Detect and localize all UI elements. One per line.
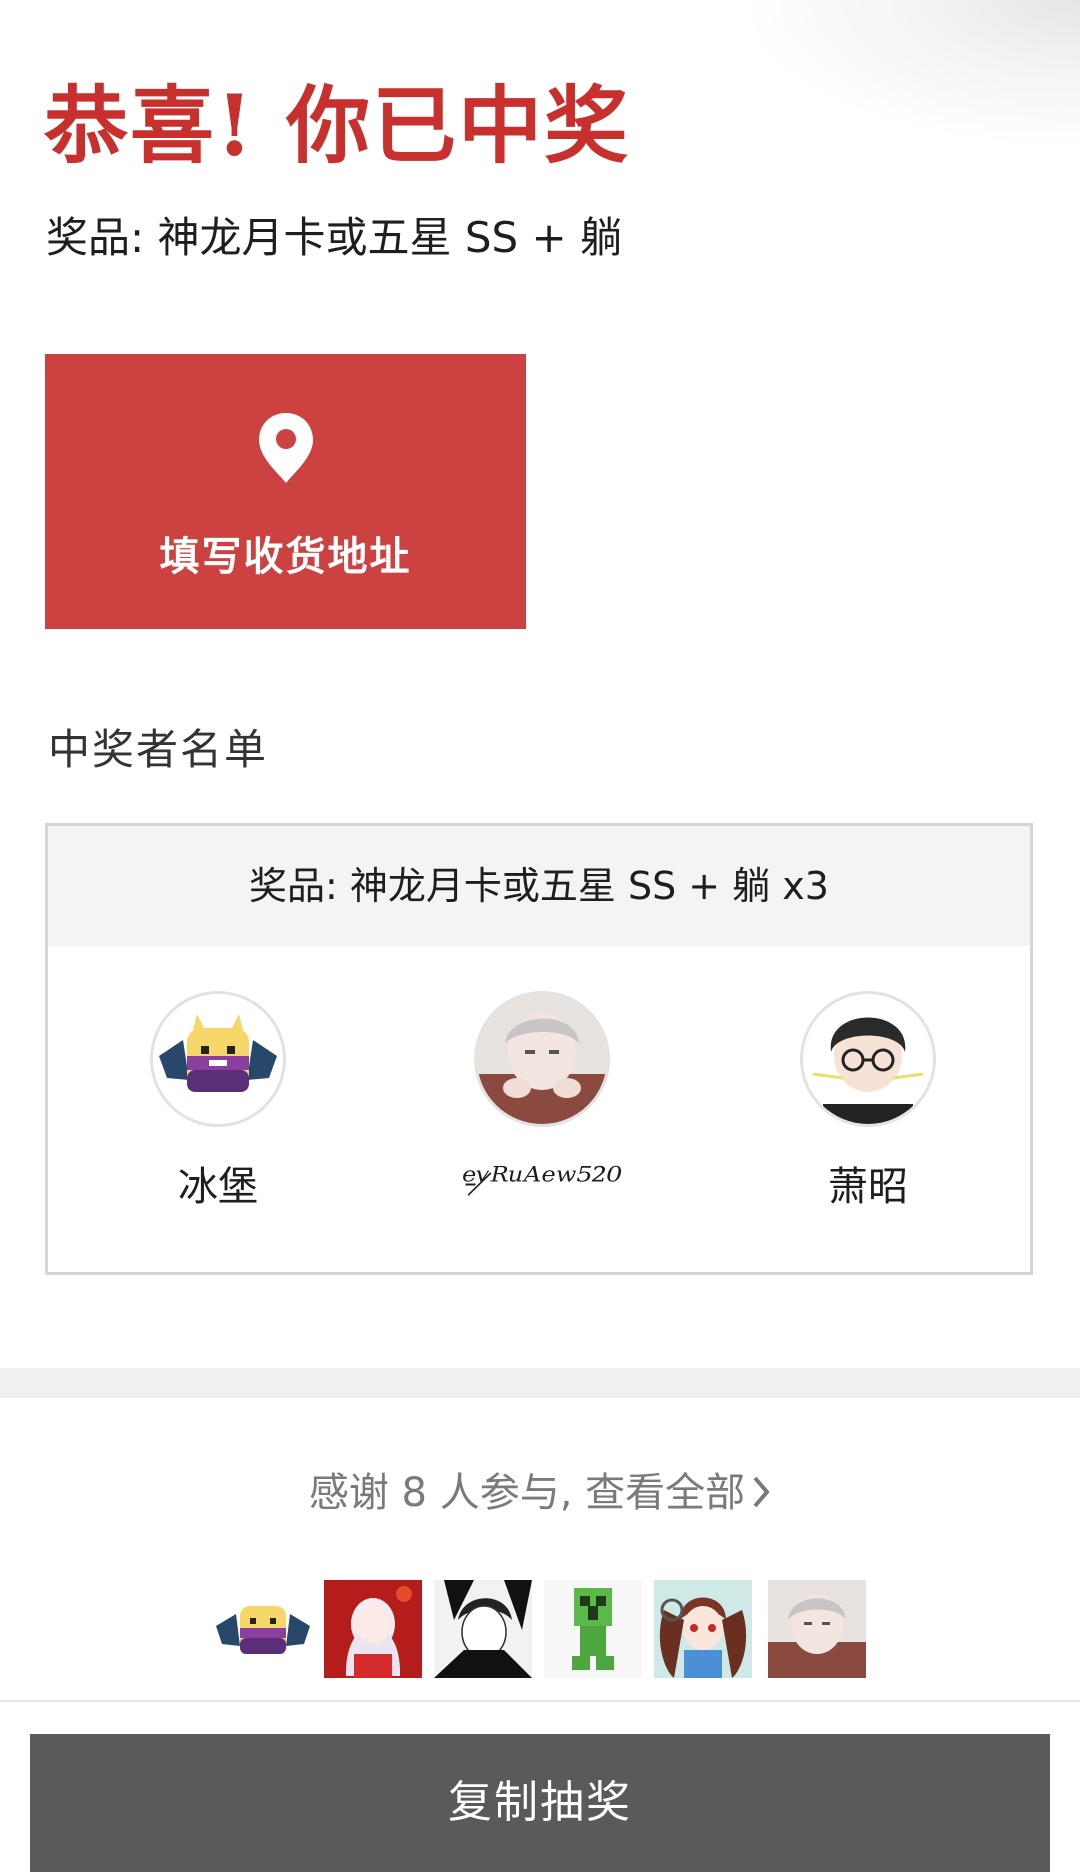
prize-description: 奖品: 神龙月卡或五星 SS + 躺 bbox=[46, 213, 623, 262]
winner-item[interactable]: ᵉ̵ᵛ̷ᴿᵘᴬᵉʷ⁵²⁰ bbox=[422, 991, 662, 1209]
winners-prize-header: 奖品: 神龙月卡或五星 SS + 躺 x3 bbox=[48, 826, 1030, 946]
winners-list-card: 奖品: 神龙月卡或五星 SS + 躺 x3 冰堡 ᵉ̵ᵛ̷ᴿᵘᴬᵉʷ⁵²⁰ 萧昭 bbox=[45, 823, 1033, 1275]
winner-item[interactable]: 萧昭 bbox=[748, 991, 988, 1215]
section-divider bbox=[0, 1368, 1080, 1398]
anime-boy-avatar bbox=[474, 991, 610, 1127]
pixel-demon-avatar bbox=[214, 1580, 312, 1678]
chevron-right-icon bbox=[753, 1476, 770, 1508]
fill-address-button[interactable]: 填写收货地址 bbox=[45, 354, 526, 629]
participants-thanks-text: 感谢 8 人参与, 查看全部 bbox=[308, 1470, 746, 1516]
participants-strip[interactable] bbox=[0, 1580, 1080, 1680]
winner-name: 萧昭 bbox=[828, 1164, 908, 1210]
copy-lottery-button[interactable]: 复制抽奖 bbox=[30, 1734, 1050, 1872]
top-corner-shade bbox=[740, 0, 1080, 150]
view-all-participants-link[interactable]: 感谢 8 人参与, 查看全部 bbox=[0, 1465, 1080, 1521]
fill-address-label: 填写收货地址 bbox=[159, 534, 412, 580]
glasses-boy-avatar bbox=[800, 991, 936, 1127]
winners-heading: 中奖者名单 bbox=[48, 725, 269, 774]
white-hair-girl-avatar bbox=[324, 1580, 422, 1678]
location-pin-icon bbox=[259, 413, 313, 483]
creeper-avatar bbox=[544, 1580, 642, 1678]
winner-name: ᵉ̵ᵛ̷ᴿᵘᴬᵉʷ⁵²⁰ bbox=[461, 1159, 623, 1203]
winner-name: 冰堡 bbox=[178, 1164, 258, 1210]
page-title: 恭喜! 你已中奖 bbox=[44, 76, 631, 175]
winner-item[interactable]: 冰堡 bbox=[98, 991, 338, 1215]
pixel-demon-avatar bbox=[150, 991, 286, 1127]
twin-tail-girl-avatar bbox=[654, 1580, 752, 1678]
manga-boy-avatar bbox=[434, 1580, 532, 1678]
footer-divider bbox=[0, 1700, 1080, 1702]
anime-boy-avatar bbox=[768, 1580, 866, 1678]
